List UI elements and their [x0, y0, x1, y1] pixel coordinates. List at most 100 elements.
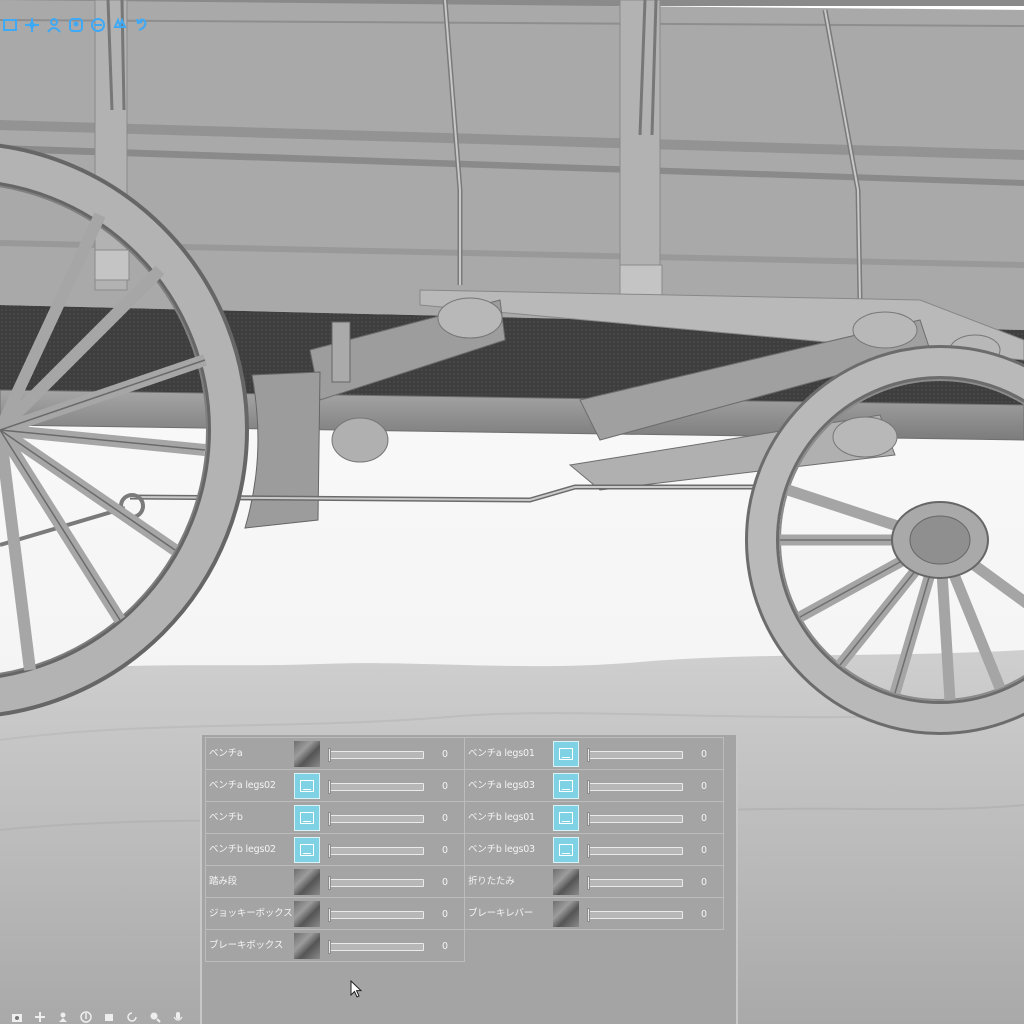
morph-slider[interactable]: [328, 908, 424, 922]
morph-label: ベンチb: [209, 812, 243, 823]
slider-handle[interactable]: [328, 812, 331, 826]
morph-label: ベンチb legs02: [209, 844, 276, 855]
slider-handle[interactable]: [328, 876, 331, 890]
morph-row: ベンチb 0: [205, 801, 465, 834]
no-image-icon: [559, 780, 573, 792]
morph-label: ベンチa legs01: [468, 748, 535, 759]
morph-value: 0: [700, 749, 707, 760]
slider-handle[interactable]: [587, 748, 590, 762]
no-image-icon: [300, 780, 314, 792]
morph-label: 折りたたみ: [468, 876, 515, 887]
morph-slider[interactable]: [328, 940, 424, 954]
no-image-thumbnail-icon: [553, 805, 579, 831]
camera-frame-icon[interactable]: [0, 15, 20, 35]
morph-label: ベンチb legs01: [468, 812, 535, 823]
slider-handle[interactable]: [587, 908, 590, 922]
no-image-icon: [559, 748, 573, 760]
pose-figure-icon[interactable]: [44, 15, 64, 35]
slider-handle[interactable]: [587, 780, 590, 794]
morph-row: ベンチa legs01 0: [464, 737, 724, 770]
morph-slider[interactable]: [587, 876, 683, 890]
morph-value: 0: [441, 909, 448, 920]
slider-handle[interactable]: [587, 876, 590, 890]
morph-slider[interactable]: [328, 844, 424, 858]
figure-rotate-icon[interactable]: [56, 1010, 70, 1024]
no-image-thumbnail-icon: [553, 837, 579, 863]
morph-grid: ベンチa 0 ベンチa legs01 0 ベンチa legs02 0 ベンチa legs03…: [205, 737, 724, 962]
morph-slider[interactable]: [587, 812, 683, 826]
morph-slider[interactable]: [328, 876, 424, 890]
morph-label: ブレーキボックス: [209, 940, 284, 951]
morph-value: 0: [441, 813, 448, 824]
morph-row: 踏み段 0: [205, 865, 465, 898]
morph-row: ベンチb legs01 0: [464, 801, 724, 834]
morph-value: 0: [700, 845, 707, 856]
microphone-icon[interactable]: [171, 1010, 185, 1024]
camera-icon[interactable]: [10, 1010, 24, 1024]
morph-row: ベンチb legs03 0: [464, 833, 724, 866]
slider-handle[interactable]: [328, 844, 331, 858]
slider-handle[interactable]: [328, 780, 331, 794]
morph-thumbnail: [294, 901, 320, 927]
morph-slider[interactable]: [328, 780, 424, 794]
morph-row: ブレーキボックス 0: [205, 929, 465, 962]
morph-label: ジョッキーボックス: [209, 908, 293, 919]
zoom-figure-icon[interactable]: [148, 1010, 162, 1024]
morph-row: 折りたたみ 0: [464, 865, 724, 898]
morph-slider[interactable]: [587, 748, 683, 762]
morph-value: 0: [700, 781, 707, 792]
morph-value: 0: [700, 813, 707, 824]
slider-handle[interactable]: [328, 908, 331, 922]
morph-slider[interactable]: [587, 844, 683, 858]
hand-figure-icon[interactable]: [110, 15, 130, 35]
viewport-toolbar-top: [0, 14, 152, 36]
morph-panel: ベンチa 0 ベンチa legs01 0 ベンチa legs02 0 ベンチa legs03…: [200, 733, 738, 1024]
slider-handle[interactable]: [587, 812, 590, 826]
no-image-icon: [300, 812, 314, 824]
morph-row: ベンチa legs03 0: [464, 769, 724, 802]
no-image-thumbnail-icon: [294, 805, 320, 831]
slider-handle[interactable]: [587, 844, 590, 858]
no-image-thumbnail-icon: [553, 773, 579, 799]
viewport-toolbar-bottom: [10, 1010, 185, 1024]
undo-arrow-icon[interactable]: [132, 15, 152, 35]
morph-row: ベンチa legs02 0: [205, 769, 465, 802]
no-image-icon: [559, 844, 573, 856]
morph-label: ベンチa: [209, 748, 243, 759]
compass-icon[interactable]: [79, 1010, 93, 1024]
morph-slider[interactable]: [328, 748, 424, 762]
pan-icon[interactable]: [33, 1010, 47, 1024]
move-cross-icon[interactable]: [22, 15, 42, 35]
morph-value: 0: [441, 877, 448, 888]
no-image-thumbnail-icon: [294, 837, 320, 863]
no-image-thumbnail-icon: [553, 741, 579, 767]
morph-value: 0: [700, 909, 707, 920]
morph-value: 0: [441, 845, 448, 856]
slider-handle[interactable]: [328, 940, 331, 954]
head-figure-icon[interactable]: [88, 15, 108, 35]
morph-value: 0: [700, 877, 707, 888]
morph-label: ベンチb legs03: [468, 844, 535, 855]
morph-thumbnail: [553, 869, 579, 895]
morph-thumbnail: [294, 741, 320, 767]
no-image-icon: [559, 812, 573, 824]
morph-slider[interactable]: [587, 780, 683, 794]
morph-row: ブレーキレバー 0: [464, 897, 724, 930]
morph-row: ジョッキーボックス 0: [205, 897, 465, 930]
morph-slider[interactable]: [328, 812, 424, 826]
bust-figure-icon[interactable]: [66, 15, 86, 35]
morph-label: ベンチa legs03: [468, 780, 535, 791]
morph-value: 0: [441, 749, 448, 760]
no-image-icon: [300, 844, 314, 856]
morph-value: 0: [441, 781, 448, 792]
morph-row: ベンチb legs02 0: [205, 833, 465, 866]
morph-label: ブレーキレバー: [468, 908, 534, 919]
refresh-icon[interactable]: [125, 1010, 139, 1024]
morph-value: 0: [441, 941, 448, 952]
morph-slider[interactable]: [587, 908, 683, 922]
camera-rotate-icon[interactable]: [102, 1010, 116, 1024]
slider-handle[interactable]: [328, 748, 331, 762]
morph-thumbnail: [553, 901, 579, 927]
mouse-cursor-icon: [350, 980, 363, 998]
no-image-thumbnail-icon: [294, 773, 320, 799]
